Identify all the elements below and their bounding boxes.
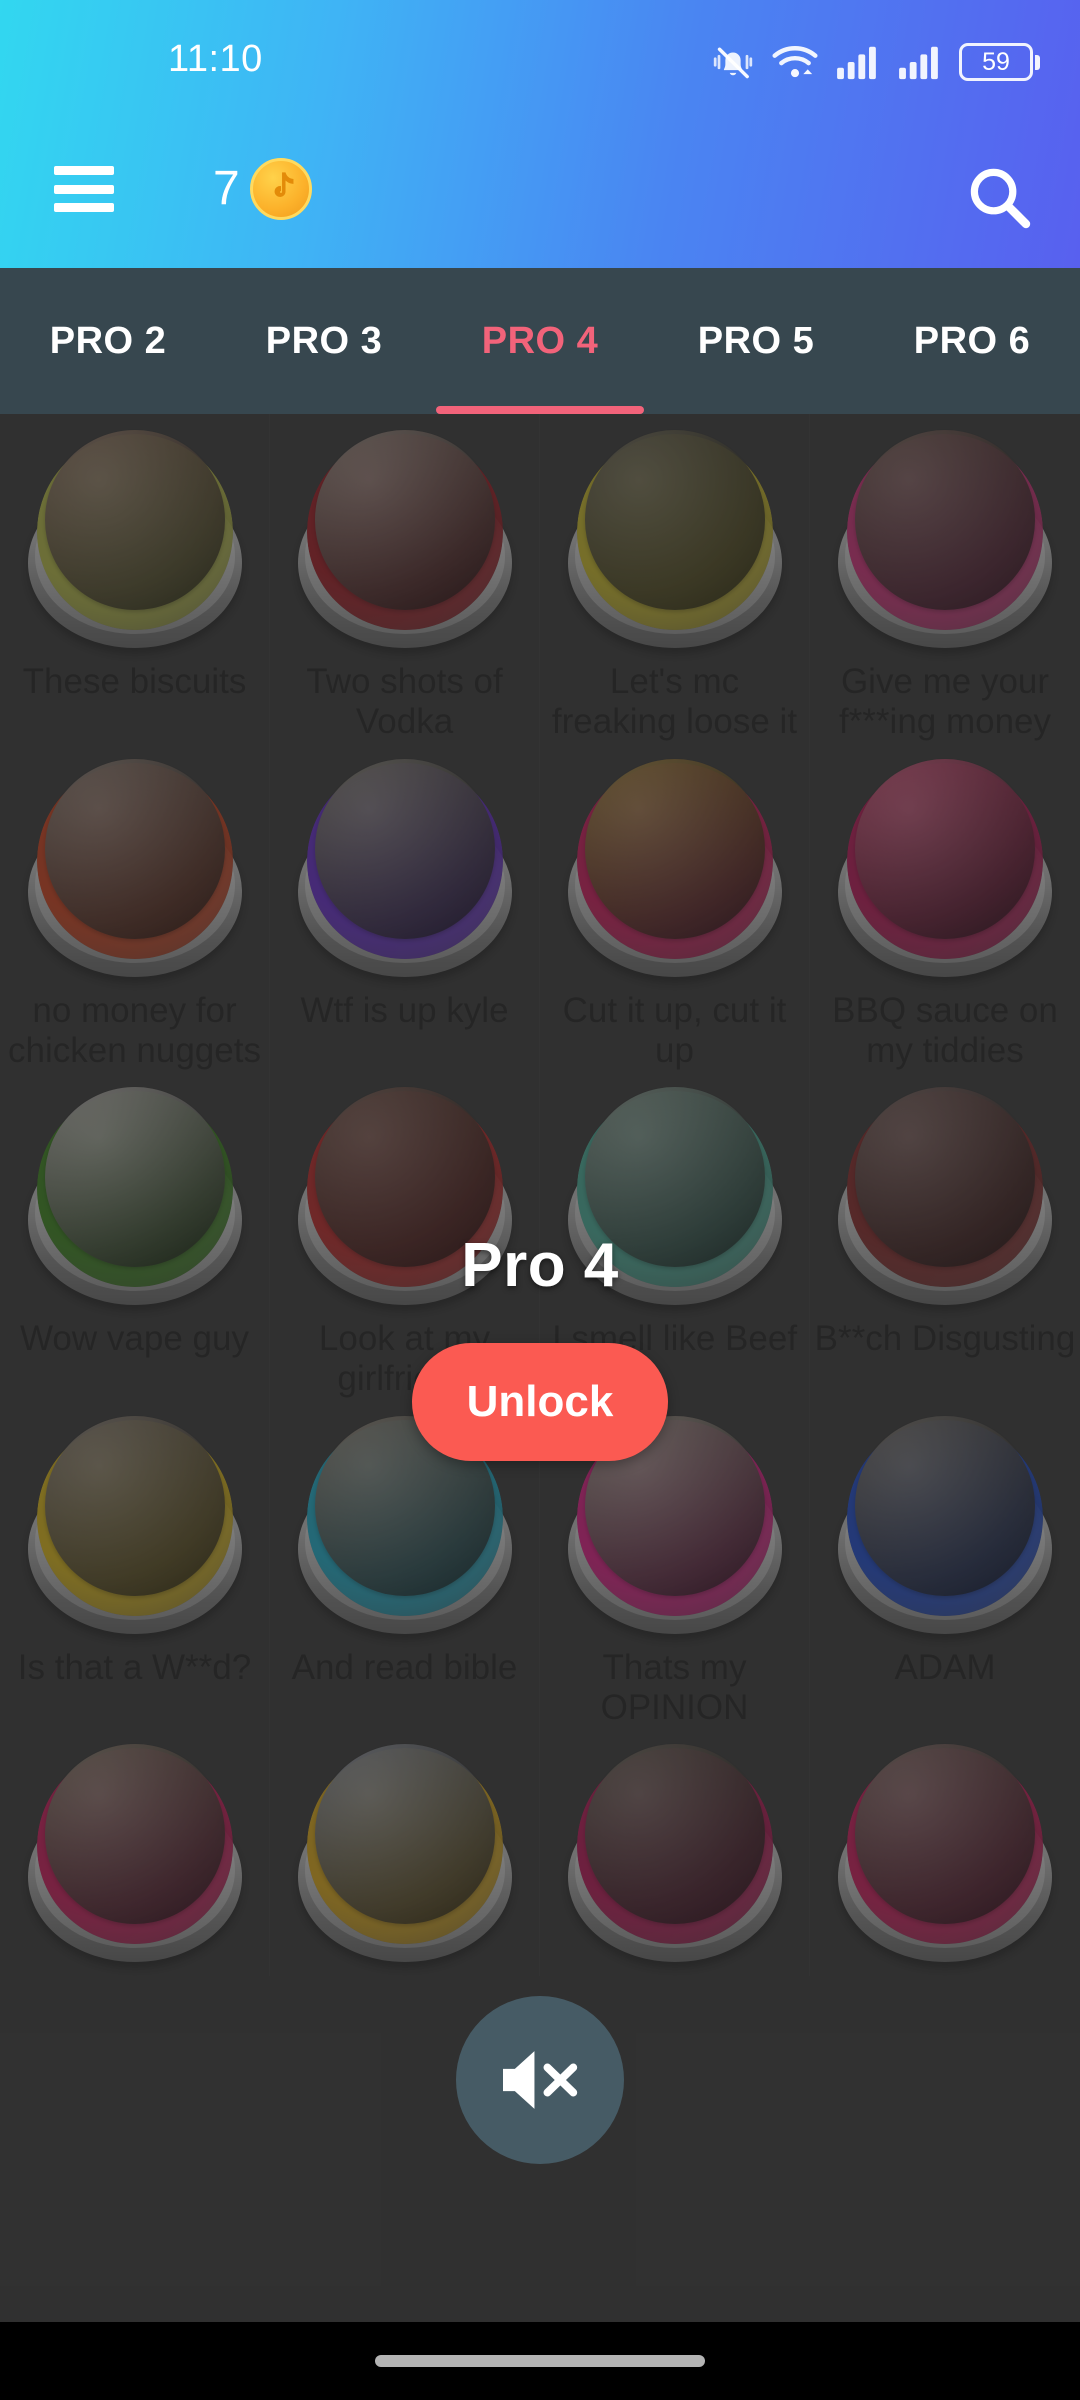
tab-pro-3[interactable]: PRO 3 [216, 268, 432, 414]
pro-tab-bar[interactable]: PRO 2 PRO 3 PRO 4 PRO 5 PRO 6 [0, 268, 1080, 414]
tab-pro-5[interactable]: PRO 5 [648, 268, 864, 414]
coin-balance[interactable]: 7 [213, 158, 312, 220]
wifi-icon [772, 46, 818, 78]
unlock-dialog: Pro 4 Unlock [0, 1230, 1080, 1461]
battery-tip [1035, 54, 1040, 70]
bell-mute-icon [713, 47, 753, 79]
gesture-pill[interactable] [375, 2355, 705, 2367]
app-header: 11:10 59 7 [0, 0, 1080, 268]
music-note-icon [274, 172, 294, 197]
tab-pro-4[interactable]: PRO 4 [432, 268, 648, 414]
mute-fab-button[interactable] [456, 1996, 624, 2164]
tab-label: PRO 4 [481, 319, 599, 362]
status-icon-group: 59 [711, 42, 1040, 82]
tab-pro-2[interactable]: PRO 2 [0, 268, 216, 414]
search-icon[interactable] [960, 158, 1038, 236]
phone-screen: These biscuitsTwo shots of VodkaLet's mc… [0, 0, 1080, 2400]
tab-label: PRO 5 [697, 319, 815, 362]
volume-mute-icon [503, 2051, 578, 2109]
tab-active-indicator [436, 406, 644, 414]
unlock-title: Pro 4 [461, 1231, 619, 1300]
signal-icon [899, 46, 938, 80]
unlock-button[interactable]: Unlock [412, 1343, 668, 1461]
tab-label: PRO 3 [265, 319, 383, 362]
search-glass-icon [970, 168, 1031, 229]
status-bar: 11:10 59 [0, 0, 1080, 110]
system-nav-bar [0, 2322, 1080, 2400]
app-bar: 7 [0, 110, 1080, 268]
tab-pro-6[interactable]: PRO 6 [864, 268, 1080, 414]
tab-label: PRO 6 [913, 319, 1031, 362]
coin-count: 7 [213, 162, 240, 215]
hamburger-menu-icon[interactable] [54, 166, 114, 212]
status-clock: 11:10 [168, 38, 263, 80]
battery-icon: 59 [959, 43, 1040, 81]
tab-label: PRO 2 [49, 319, 167, 362]
signal-icon [837, 46, 876, 80]
battery-level: 59 [959, 43, 1033, 81]
tiktok-coin-icon [249, 158, 312, 220]
